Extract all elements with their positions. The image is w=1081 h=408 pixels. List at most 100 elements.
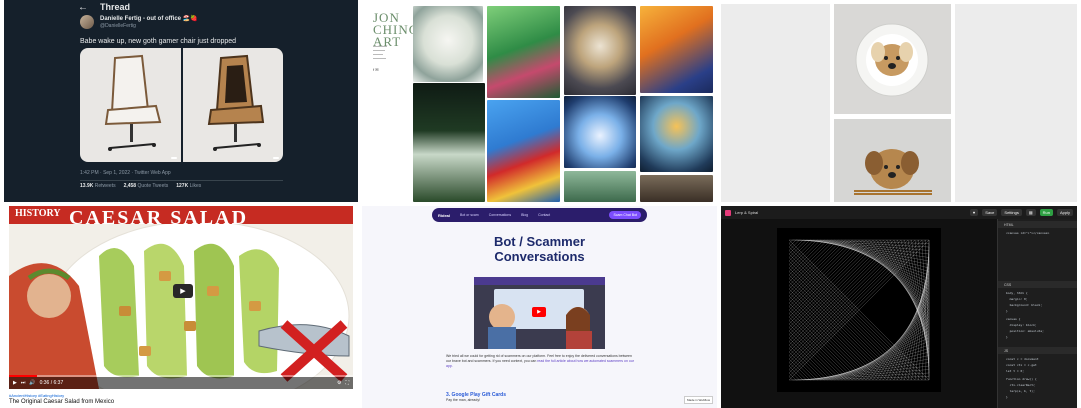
code-line[interactable]: const ctx = c.get	[1006, 363, 1037, 367]
social-icons[interactable]: f ✉	[373, 67, 379, 72]
video-title[interactable]: The Original Caesar Salad from Mexico	[9, 399, 114, 405]
art-owl-mushroom[interactable]	[564, 6, 636, 95]
likes-stat[interactable]: 127K Likes	[176, 183, 201, 189]
art-flower-bird[interactable]	[413, 83, 485, 202]
code-line[interactable]: }	[1006, 395, 1008, 399]
play-button[interactable]: ▶	[532, 307, 546, 317]
food-gallery-tile[interactable]	[721, 0, 1081, 202]
time-display: 0:36 / 6:37	[39, 380, 64, 386]
art-orange-mushrooms[interactable]	[640, 6, 713, 93]
nav-item-conversations[interactable]: Conversations	[489, 213, 511, 217]
layout-button[interactable]: ▦	[1025, 209, 1036, 216]
media-image-right[interactable]	[182, 48, 283, 162]
next-icon[interactable]: ⏭	[21, 380, 26, 386]
video-hashtags[interactable]: #AncientHistory #EatingHistory	[9, 393, 64, 398]
code-editor-tile[interactable]: Lerp & Spiral ♥ Save Settings ▦ Run Appl…	[721, 206, 1077, 408]
code-line[interactable]: ctx.clearRect(	[1006, 383, 1035, 387]
photo-dog-toast-plate[interactable]	[834, 4, 951, 114]
video-tile[interactable]: HISTORY CAESAR SALAD ▶ ▶ ⏭ 🔊 0:36 / 6:37…	[4, 206, 358, 408]
output-canvas[interactable]	[777, 228, 941, 392]
apply-button[interactable]: Apply	[1056, 209, 1073, 216]
art-owl-portrait[interactable]	[640, 175, 713, 202]
page-title-line: Bot / Scammer	[493, 234, 586, 249]
tweet-author[interactable]: Danielle Fertig - out of office 🏖️🍓 @Dan…	[80, 15, 198, 29]
art-forest-bird[interactable]	[564, 171, 636, 202]
spiral-line	[795, 372, 930, 381]
code-line[interactable]: canvas {	[1006, 317, 1020, 321]
code-line[interactable]: background: black;	[1006, 303, 1043, 307]
art-lotus-parrot[interactable]	[487, 6, 560, 98]
project-title[interactable]: Lerp & Spiral	[735, 210, 758, 215]
video-thumbnail-title: CAESAR SALAD	[69, 207, 249, 229]
tweet-header: ← Thread	[4, 0, 358, 14]
code-line[interactable]: }	[1006, 309, 1008, 313]
likes-label: Likes	[189, 183, 202, 189]
html-panel-header[interactable]: HTML	[998, 221, 1077, 228]
play-icon[interactable]: ▶	[13, 380, 17, 386]
likes-count: 127K	[176, 183, 189, 189]
css-panel-header[interactable]: CSS	[998, 281, 1077, 288]
author-name[interactable]: Danielle Fertig - out of office 🏖️🍓	[100, 15, 198, 22]
retweets-stat[interactable]: 13.9K Retweets	[80, 183, 116, 189]
tweet-stats: 13.9K Retweets 2,458 Quote Tweets 127K L…	[80, 183, 201, 189]
editor-toolbar: Lerp & Spiral ♥ Save Settings ▦ Run Appl…	[721, 206, 1077, 219]
nav-item-bot-or-scam[interactable]: Bot or scam	[460, 213, 479, 217]
js-panel-header[interactable]: JS	[998, 347, 1077, 354]
tweet-media[interactable]	[80, 48, 283, 162]
code-line[interactable]: }	[1006, 335, 1008, 339]
code-line[interactable]: position: absolute;	[1006, 329, 1044, 333]
dog-food-illustration	[854, 149, 932, 195]
brand-logo[interactable]: Rideal	[438, 213, 450, 218]
app-logo-icon[interactable]	[725, 209, 731, 216]
html-panel-label: HTML	[1004, 222, 1014, 227]
fullscreen-icon[interactable]: ⛶	[345, 380, 349, 386]
image-tag	[170, 157, 177, 159]
gallery-blank-left	[721, 4, 830, 202]
heart-button[interactable]: ♥	[969, 209, 979, 216]
code-line[interactable]: body, html {	[1006, 291, 1028, 295]
art-white-peacock[interactable]	[413, 6, 483, 82]
image-grid: ← Thread Danielle Fertig - out of office…	[0, 0, 1081, 408]
cta-button[interactable]: Scam Chat Bot	[609, 211, 641, 219]
photo-dog-food-chopsticks[interactable]	[834, 119, 951, 202]
retweets-count: 13.9K	[80, 183, 94, 189]
tweet-text: Babe wake up, new goth gamer chair just …	[80, 38, 237, 45]
webpage-tile[interactable]: Rideal Bot or scam Conversations Blog Co…	[362, 206, 717, 408]
code-line[interactable]: function draw() {	[1006, 377, 1037, 381]
settings-button[interactable]: Settings	[1001, 209, 1022, 216]
art-red-parrot[interactable]	[487, 100, 560, 202]
code-panels[interactable]: HTML CSS JS <canvas id="c"></canvas> body…	[997, 219, 1077, 408]
code-line[interactable]: display: block;	[1006, 323, 1037, 327]
code-line[interactable]: const c = document	[1006, 357, 1039, 361]
webflow-badge[interactable]: Made in Webflow	[684, 396, 713, 404]
tweet-tile[interactable]: ← Thread Danielle Fertig - out of office…	[4, 0, 358, 202]
code-line[interactable]: let t = 0;	[1006, 369, 1024, 373]
avatar[interactable]	[80, 15, 94, 29]
volume-icon[interactable]: 🔊	[29, 380, 35, 386]
nav-menu[interactable]	[373, 46, 387, 59]
player-controls: ▶ ⏭ 🔊 0:36 / 6:37 ⚙ ⛶	[9, 377, 353, 389]
art-jellyfish[interactable]	[640, 96, 713, 172]
lerp-spiral-graphic	[788, 239, 930, 381]
embedded-video[interactable]: ▶	[474, 277, 605, 349]
code-line[interactable]: margin: 0;	[1006, 297, 1028, 301]
image-tag	[273, 157, 279, 159]
media-image-left[interactable]	[80, 48, 181, 162]
code-line[interactable]: lerp(a, b, t);	[1006, 389, 1035, 393]
art-blue-bird[interactable]	[564, 96, 636, 168]
channel-logo: HISTORY	[15, 208, 61, 219]
nav-item-contact[interactable]: Contact	[538, 213, 550, 217]
back-arrow-icon[interactable]: ←	[78, 2, 88, 13]
intro-paragraph: We tried all we could for getting rid of…	[446, 354, 636, 369]
quotes-stat[interactable]: 2,458 Quote Tweets	[124, 183, 169, 189]
nav-item-blog[interactable]: Blog	[521, 213, 528, 217]
video-player[interactable]: HISTORY CAESAR SALAD ▶ ▶ ⏭ 🔊 0:36 / 6:37…	[9, 206, 353, 389]
settings-icon[interactable]: ⚙	[337, 380, 341, 386]
art-portfolio-tile[interactable]: JON CHING ART f ✉	[362, 0, 717, 202]
code-line[interactable]: <canvas id="c"></canvas>	[1006, 231, 1049, 235]
run-button[interactable]: Run	[1039, 209, 1053, 216]
save-button[interactable]: Save	[982, 209, 998, 216]
author-handle[interactable]: @DanielleFertig	[100, 23, 198, 29]
play-button[interactable]: ▶	[173, 284, 193, 298]
page-title-line: Conversations	[494, 249, 585, 264]
